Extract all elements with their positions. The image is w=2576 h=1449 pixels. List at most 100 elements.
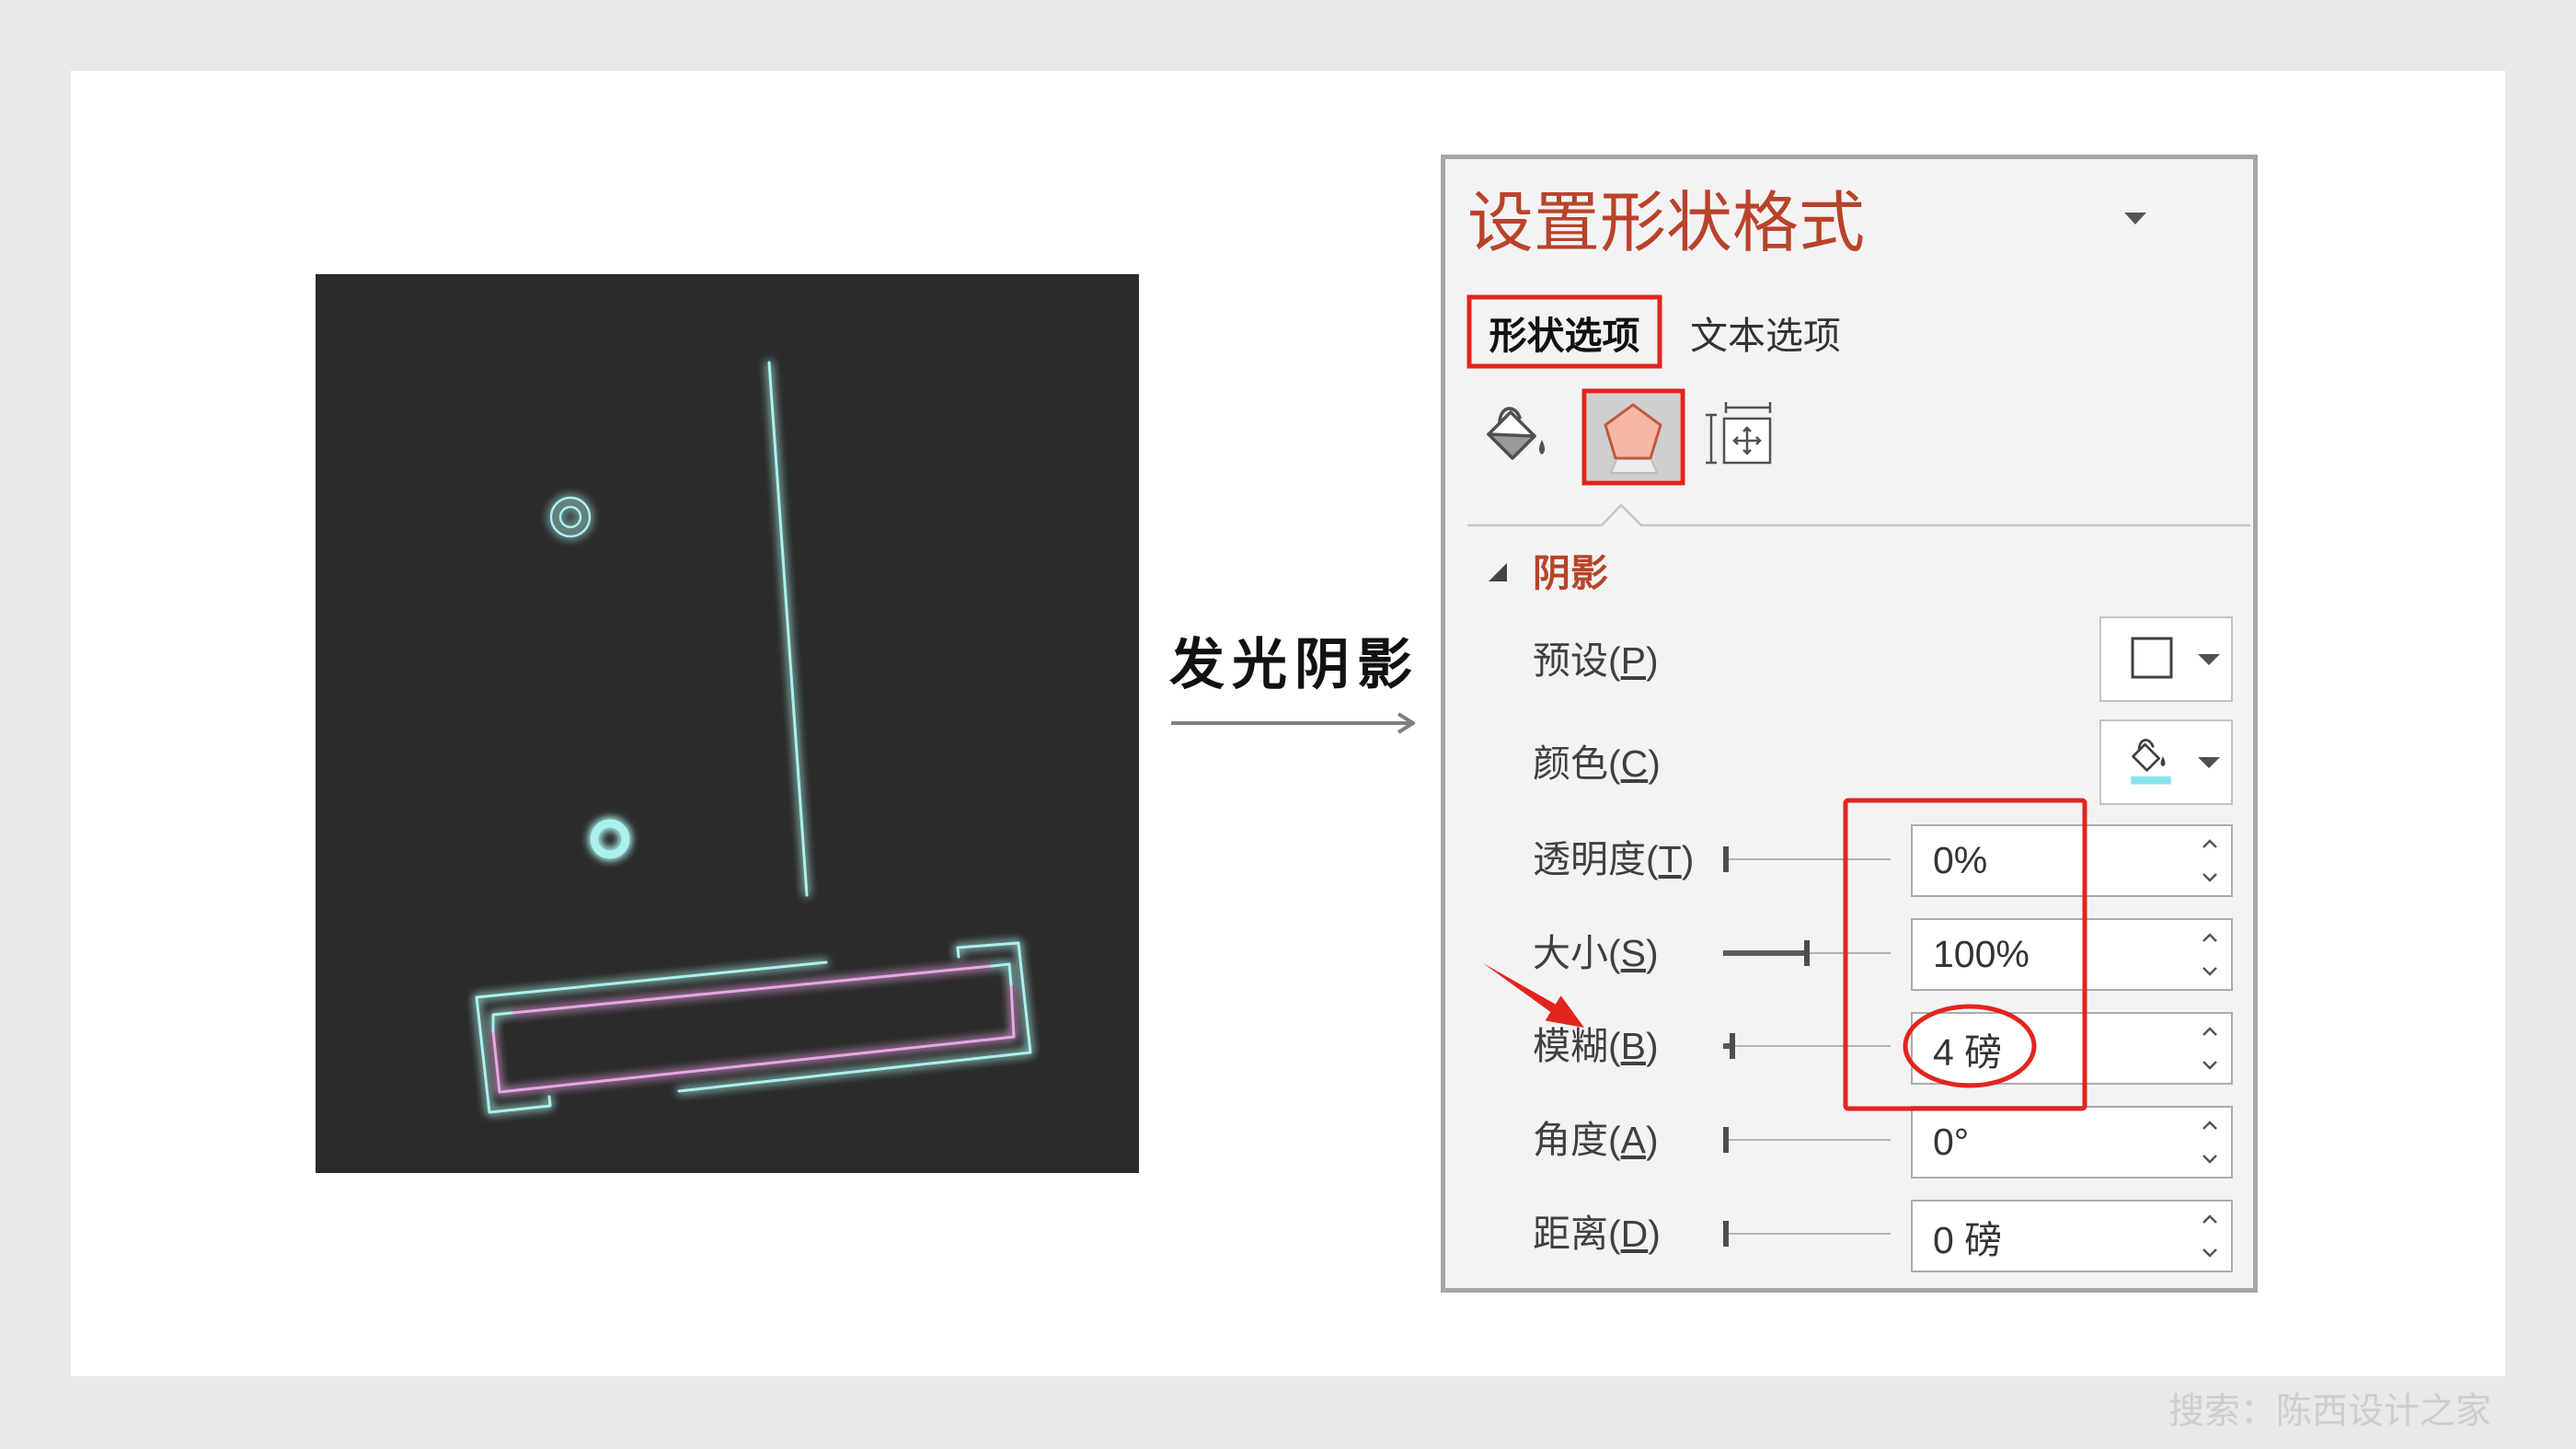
spin-down-button[interactable] (2198, 867, 2222, 889)
chevron-up-icon (2202, 1214, 2217, 1224)
chevron-up-icon (2202, 933, 2217, 942)
slider-thumb[interactable] (1804, 940, 1810, 966)
slider-fill (1723, 1043, 1730, 1049)
transparency-input[interactable] (1913, 826, 2179, 895)
size-properties-tab[interactable] (1706, 402, 1775, 467)
label-text: 颜色( (1533, 742, 1621, 785)
chevron-down-icon (2198, 757, 2220, 768)
section-collapse-triangle-icon[interactable] (1489, 563, 1507, 581)
spin-down-button[interactable] (2198, 1148, 2222, 1170)
angle-label: 角度(A) (1533, 1117, 1659, 1163)
chevron-down-icon (2202, 1248, 2217, 1258)
access-key: D (1620, 1213, 1649, 1255)
section-title-shadow[interactable]: 阴影 (1533, 550, 1608, 596)
spin-up-button[interactable] (2198, 926, 2222, 949)
spin-down-button[interactable] (2198, 960, 2222, 983)
glowing-ring (590, 819, 630, 859)
spin-up-button[interactable] (2198, 1020, 2222, 1042)
format-shape-pane: 设置形状格式 形状选项 文本选项 阴影 预设(P) 颜色(C) 透明度(T) 0… (1441, 155, 2258, 1293)
slider-track (1723, 1045, 1891, 1047)
access-key: T (1658, 838, 1682, 880)
chevron-down-icon (2202, 1061, 2217, 1070)
slider-thumb[interactable] (1723, 1221, 1729, 1247)
label-text: 距离( (1533, 1213, 1621, 1255)
inner-corner-accent-right (990, 962, 1013, 986)
slider-thumb[interactable] (1723, 1127, 1729, 1153)
chevron-down-icon (2202, 873, 2217, 882)
no-shadow-square-icon (2131, 637, 2173, 679)
distance-spinbox (1911, 1200, 2233, 1272)
inner-pink-rectangle (491, 964, 1016, 1094)
color-label: 颜色(C) (1533, 741, 1661, 787)
chevron-down-icon (2198, 654, 2220, 665)
label-text: ) (1646, 932, 1659, 974)
slider-track (1723, 1233, 1891, 1235)
label-text: 大小( (1533, 932, 1621, 974)
chevron-up-icon (2202, 1121, 2217, 1130)
preset-dropdown[interactable] (2099, 616, 2233, 702)
chevron-down-icon (2124, 213, 2146, 224)
blur-input[interactable] (1913, 1014, 2179, 1083)
size-label: 大小(S) (1533, 930, 1659, 976)
size-slider[interactable] (1723, 939, 1891, 967)
chevron-down-icon (2202, 1155, 2217, 1164)
tab-text-options[interactable]: 文本选项 (1690, 295, 1841, 368)
shadow-color-swatch (2131, 776, 2171, 785)
transparency-label: 透明度(T) (1533, 836, 1694, 882)
label-text: 模糊( (1533, 1025, 1621, 1067)
fill-line-icon (1487, 407, 1545, 460)
access-key: P (1620, 639, 1647, 682)
chevron-up-icon (2202, 1027, 2217, 1036)
tab-pointer-separator (1467, 503, 2250, 527)
label-text: ) (1648, 742, 1661, 785)
label-text: ) (1646, 1119, 1659, 1161)
slider-fill (1723, 950, 1804, 956)
label-text: ) (1646, 639, 1659, 682)
spin-down-button[interactable] (2198, 1242, 2222, 1264)
pane-title: 设置形状格式 (1467, 187, 1866, 260)
watermark-text: 搜索：陈西设计之家 (2168, 1392, 2492, 1432)
slider-thumb[interactable] (1730, 1033, 1735, 1059)
color-dropdown[interactable] (2099, 719, 2233, 805)
access-key: B (1620, 1025, 1647, 1067)
preset-label: 预设(P) (1533, 638, 1659, 684)
effects-pentagon-icon (1604, 403, 1662, 474)
pane-options-button[interactable] (2119, 205, 2152, 233)
label-text: 角度( (1533, 1119, 1621, 1161)
label-text: 透明度( (1533, 838, 1659, 880)
concentric-circle-outer (549, 496, 592, 538)
chevron-up-icon (2202, 839, 2217, 848)
slider-thumb[interactable] (1723, 846, 1729, 872)
concentric-circle-inner (558, 505, 582, 529)
label-text: 预设( (1533, 639, 1621, 682)
outer-frame-segment-right (677, 941, 1032, 1093)
distance-slider[interactable] (1723, 1220, 1891, 1248)
access-key: A (1620, 1119, 1647, 1161)
slider-track (1723, 1139, 1891, 1141)
spin-down-button[interactable] (2198, 1054, 2222, 1076)
access-key: C (1620, 742, 1649, 785)
spin-up-button[interactable] (2198, 833, 2222, 855)
size-input[interactable] (1913, 920, 2179, 989)
label-text: ) (1648, 1213, 1661, 1255)
fill-line-tab[interactable] (1483, 399, 1552, 468)
spin-up-button[interactable] (2198, 1114, 2222, 1136)
slider-track (1723, 858, 1891, 860)
angle-input[interactable] (1913, 1108, 2179, 1177)
angle-slider[interactable] (1723, 1126, 1891, 1154)
spin-up-button[interactable] (2198, 1208, 2222, 1230)
access-key: S (1620, 932, 1647, 974)
transparency-slider[interactable] (1723, 845, 1891, 873)
distance-input[interactable] (1913, 1202, 2179, 1271)
inner-corner-accent-left (491, 1011, 513, 1033)
vertical-glow-line (767, 361, 809, 897)
chevron-down-icon (2202, 967, 2217, 976)
tab-shape-options[interactable]: 形状选项 (1467, 295, 1662, 368)
paint-bucket-icon (2131, 739, 2171, 785)
right-arrow-icon (1171, 712, 1415, 734)
blur-slider[interactable] (1723, 1032, 1891, 1060)
effects-tab[interactable] (1587, 394, 1680, 480)
glow-artwork (316, 274, 1139, 1173)
blur-spinbox (1911, 1012, 2233, 1085)
glow-artwork-svg (475, 361, 1032, 1114)
